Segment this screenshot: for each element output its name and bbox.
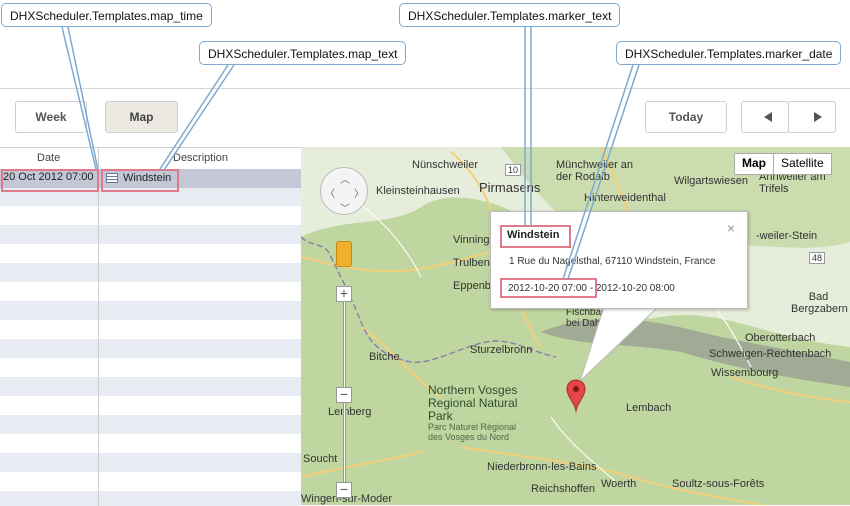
- map-label-bad-bergzabern: Bad Bergzabern: [791, 291, 848, 315]
- zoom-in-button[interactable]: +: [336, 286, 352, 302]
- highlight-map-time: [1, 169, 99, 192]
- pan-down-icon[interactable]: ﹀: [340, 200, 350, 215]
- callout-map-text: DHXScheduler.Templates.map_text: [199, 41, 407, 65]
- map-label-munchweiler: Münchweiler an der Rodalb: [556, 159, 634, 183]
- map-label-kleinsteinhausen: Kleinsteinhausen: [376, 185, 460, 197]
- map-label-lembach: Lembach: [626, 402, 672, 414]
- map-label-soultz: Soultz-sous-Forêts: [672, 478, 765, 490]
- highlight-marker-text: [500, 225, 571, 248]
- popup-end-date: - 2012-10-20 08:00: [586, 283, 675, 294]
- map-view[interactable]: Nünschweiler Pirmasens Münchweiler an de…: [301, 147, 850, 505]
- column-divider: [98, 148, 99, 506]
- zoom-slider-handle[interactable]: −: [336, 387, 352, 403]
- road-shield-48: 48: [809, 252, 826, 264]
- street-view-pegman-icon[interactable]: [336, 241, 352, 267]
- event-list-grid: Date Description 20 Oct 2012 07:00 Winds…: [0, 147, 301, 506]
- grid-body: [0, 168, 301, 506]
- today-button[interactable]: Today: [645, 101, 727, 133]
- map-label-sturzelbronn: Sturzelbronn: [470, 344, 533, 356]
- map-label-pirmasens: Pirmasens: [479, 180, 541, 195]
- map-label-eppenbrunn: Eppenb: [453, 280, 491, 292]
- map-label-niederbronn: Niederbronn-les-Bains: [487, 461, 597, 473]
- map-label-schweigen: Schweigen-Rechtenbach: [709, 348, 832, 360]
- map-label-vinning: Vinning: [453, 234, 490, 246]
- map-tab-button[interactable]: Map: [105, 101, 178, 133]
- map-label-weiler-stein: -weiler-Stein: [756, 230, 818, 242]
- map-label-park: Northern Vosges Regional Natural Park: [428, 383, 518, 423]
- pan-left-icon[interactable]: 〈: [325, 185, 335, 200]
- callout-map-time: DHXScheduler.Templates.map_time: [1, 3, 212, 27]
- left-arrow-icon: [764, 112, 772, 122]
- pan-up-icon[interactable]: ︿: [340, 171, 350, 186]
- map-label-woerth: Woerth: [601, 478, 637, 490]
- prev-button[interactable]: [741, 101, 789, 133]
- map-label-reichshoffen: Reichshoffen: [531, 483, 596, 495]
- map-label-soucht: Soucht: [303, 453, 338, 465]
- callout-marker-date: DHXScheduler.Templates.marker_date: [616, 41, 842, 65]
- right-arrow-icon: [814, 112, 822, 122]
- scheduler-toolbar: Week Map Today: [0, 89, 850, 147]
- map-label-lemberg: Lemberg: [328, 406, 372, 418]
- grid-header: Date Description: [0, 148, 301, 168]
- map-type-map-button[interactable]: Map: [735, 154, 774, 174]
- map-label-bitche: Bitche: [369, 351, 400, 363]
- map-label-park-french: Parc Naturel Régional des Vosges du Nord: [428, 422, 517, 442]
- map-label-wissembourg: Wissembourg: [711, 367, 779, 379]
- pan-right-icon[interactable]: 〉: [354, 185, 364, 200]
- next-button[interactable]: [788, 101, 836, 133]
- map-label-nunschweiler: Nünschweiler: [412, 159, 479, 171]
- zoom-out-button[interactable]: −: [336, 482, 352, 498]
- map-label-hinterweidenthal: Hinterweidenthal: [584, 192, 666, 204]
- week-tab-button[interactable]: Week: [15, 101, 87, 133]
- map-label-oberotterbach: Oberotterbach: [745, 332, 816, 344]
- popup-pointer: [579, 305, 660, 382]
- map-label-trulben: Trulben: [453, 257, 490, 269]
- date-column-header: Date: [37, 152, 61, 164]
- callout-marker-text: DHXScheduler.Templates.marker_text: [399, 3, 621, 27]
- description-column-header: Description: [173, 152, 229, 164]
- close-icon[interactable]: ×: [727, 220, 735, 236]
- road-shield-10: 10: [505, 164, 522, 176]
- popup-address: 1 Rue du Nagelsthal, 67110 Windstein, Fr…: [509, 256, 716, 267]
- map-type-satellite-button[interactable]: Satellite: [774, 154, 831, 174]
- map-type-control: Map Satellite: [734, 153, 832, 175]
- map-label-wilgartswiesen: Wilgartswiesen: [674, 175, 748, 187]
- highlight-marker-date: [500, 278, 597, 298]
- pan-control[interactable]: ︿ ﹀ 〈 〉: [320, 167, 368, 215]
- highlight-map-text: [101, 169, 179, 192]
